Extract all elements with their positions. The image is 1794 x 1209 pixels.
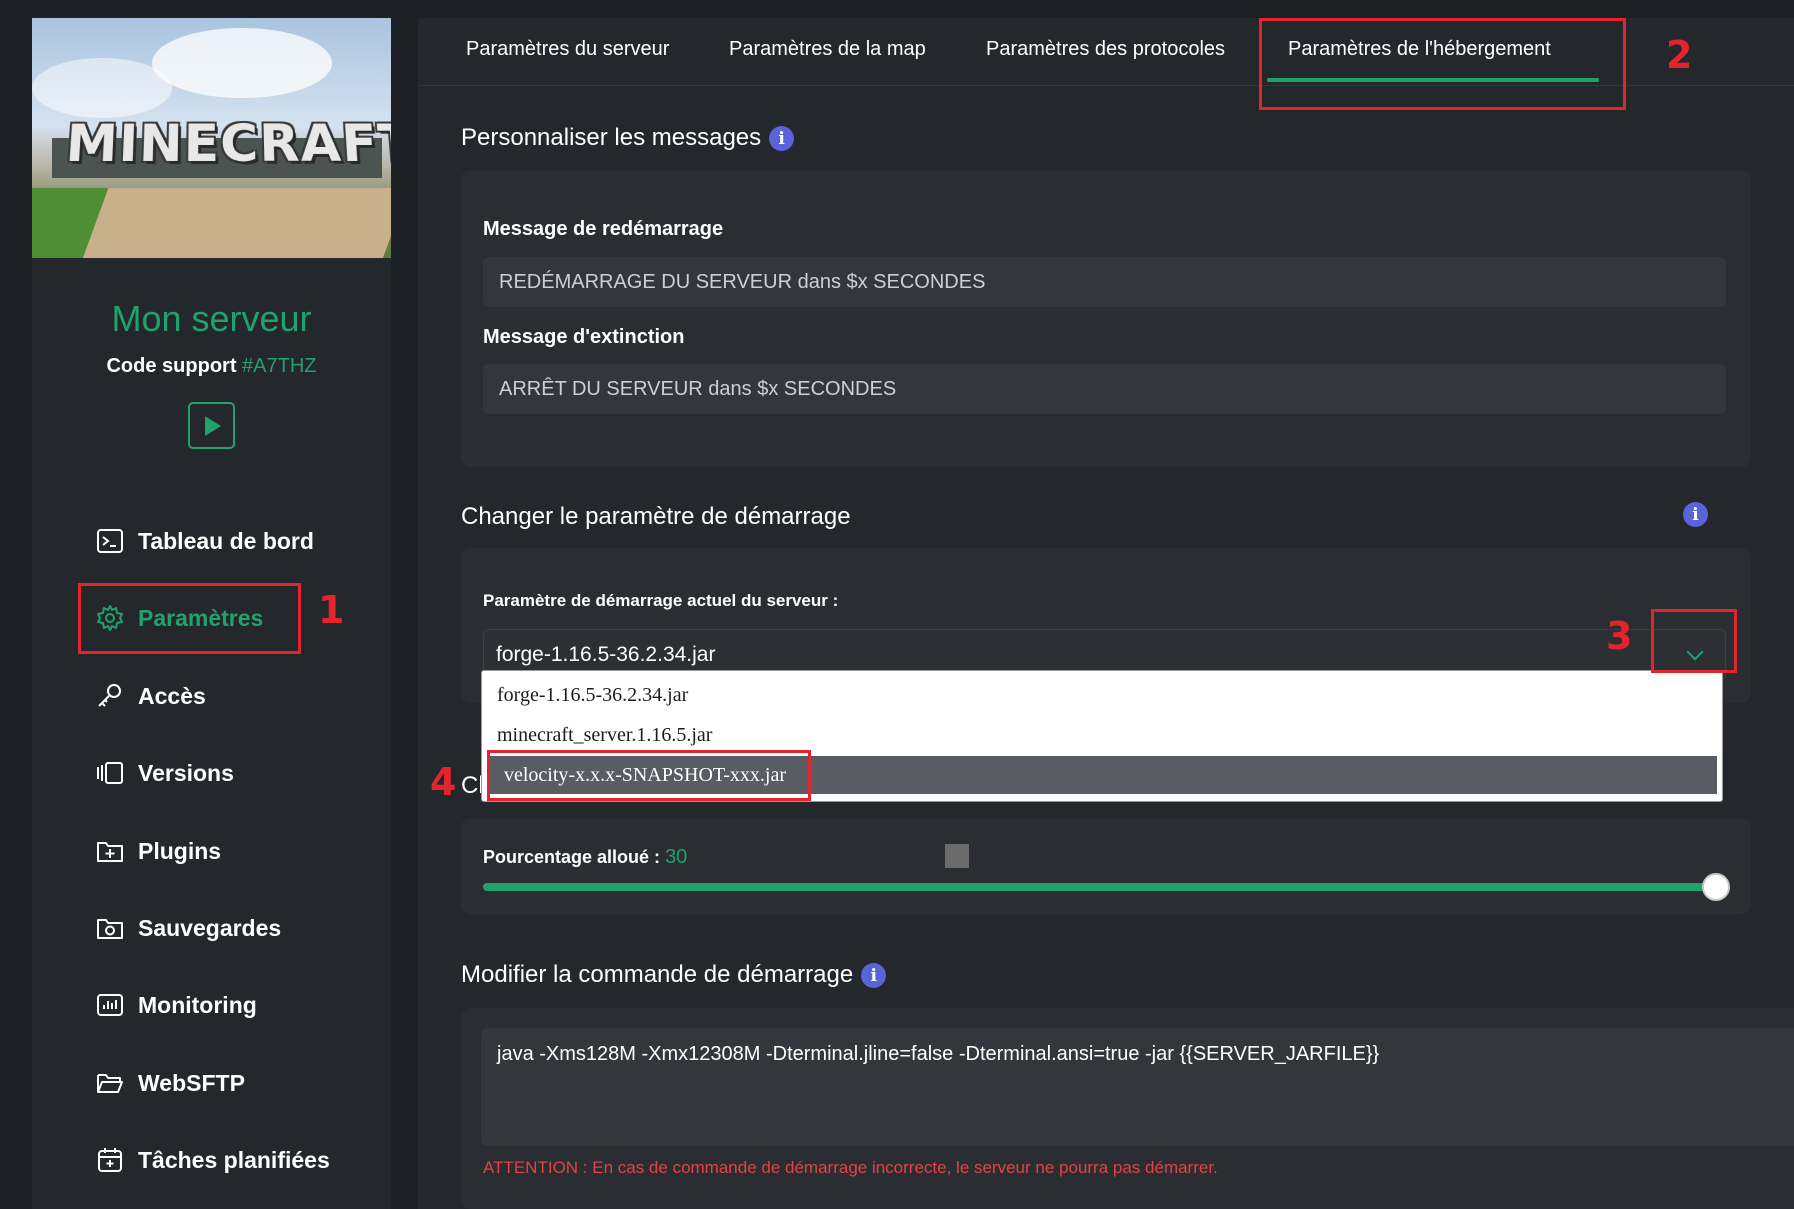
sidebar-item-sauvegardes[interactable]: Sauvegardes: [96, 908, 281, 948]
plugin-icon: [96, 837, 124, 865]
sidebar-item-dashboard[interactable]: Tableau de bord: [96, 521, 314, 561]
annotation-number-4: 4: [430, 760, 457, 804]
tab-parametres-serveur[interactable]: Paramètres du serveur: [466, 38, 669, 61]
sidebar-item-acces[interactable]: Accès: [96, 676, 206, 716]
annotation-number-3: 3: [1606, 614, 1633, 658]
command-section-title: Modifier la commande de démarrage i: [461, 961, 887, 989]
sidebar-item-label: Monitoring: [138, 991, 257, 1018]
server-name: Mon serveur: [111, 298, 312, 339]
server-banner-image: MINECRAFT: [32, 18, 391, 258]
sidebar-item-label: Sauvegardes: [138, 914, 282, 941]
cpu-slider-track[interactable]: [483, 883, 1714, 891]
messages-card: Message de redémarrage REDÉMARRAGE DU SE…: [461, 170, 1751, 467]
annotation-number-2: 2: [1666, 33, 1693, 77]
calendar-icon: [96, 1146, 124, 1174]
sidebar-item-taches-planifiees[interactable]: Tâches planifiées: [96, 1140, 330, 1180]
startup-section-title: Changer le paramètre de démarrage: [461, 503, 851, 530]
startup-current-label: Paramètre de démarrage actuel du serveur…: [483, 591, 839, 610]
cpu-label-text: Pourcentage alloué :: [483, 847, 661, 867]
sidebar-item-label: Accès: [138, 682, 206, 709]
dropdown-option[interactable]: forge-1.16.5-36.2.34.jar: [482, 676, 1722, 714]
command-title-text: Modifier la commande de démarrage: [461, 961, 854, 988]
command-card: java -Xms128M -Xmx12308M -Dterminal.jlin…: [461, 1008, 1794, 1209]
sidebar-item-versions[interactable]: Versions: [96, 753, 234, 793]
support-code-line: Code support #A7THZ: [32, 355, 391, 378]
key-icon: [96, 682, 124, 710]
sidebar-item-label: WebSFTP: [138, 1069, 245, 1096]
monitoring-icon: [96, 991, 124, 1019]
command-warning: ATTENTION : En cas de commande de démarr…: [483, 1158, 1218, 1177]
cpu-percent-label: Pourcentage alloué : 30: [483, 846, 687, 869]
tab-parametres-protocoles[interactable]: Paramètres des protocoles: [986, 38, 1225, 61]
tab-parametres-map[interactable]: Paramètres de la map: [729, 38, 926, 61]
startup-command-input[interactable]: java -Xms128M -Xmx12308M -Dterminal.jlin…: [481, 1028, 1794, 1146]
sidebar-item-label: Tableau de bord: [138, 527, 314, 554]
annotation-box-4: [487, 750, 811, 801]
annotation-box-3: [1651, 609, 1737, 673]
cpu-slider-thumb[interactable]: [1702, 873, 1730, 901]
versions-icon: [96, 759, 124, 787]
annotation-number-1: 1: [318, 588, 345, 632]
folder-icon: [96, 1069, 124, 1097]
restart-message-input[interactable]: REDÉMARRAGE DU SERVEUR dans $x SECONDES: [483, 257, 1726, 307]
backup-icon: [96, 914, 124, 942]
info-icon[interactable]: i: [861, 963, 887, 989]
info-icon[interactable]: i: [769, 126, 795, 152]
play-icon: [205, 415, 221, 436]
sidebar-item-label: Tâches planifiées: [138, 1146, 330, 1173]
shutdown-message-label: Message d'extinction: [483, 326, 685, 348]
main-content: Paramètres du serveur Paramètres de la m…: [418, 18, 1794, 1209]
sidebar-item-monitoring[interactable]: Monitoring: [96, 985, 257, 1025]
cpu-card: Pourcentage alloué : 30: [461, 818, 1751, 914]
shutdown-message-input[interactable]: ARRÊT DU SERVEUR dans $x SECONDES: [483, 364, 1726, 414]
dropdown-option[interactable]: minecraft_server.1.16.5.jar: [482, 716, 1722, 754]
messages-title-text: Personnaliser les messages: [461, 124, 762, 151]
sidebar-item-label: Versions: [138, 759, 234, 786]
support-label: Code support: [106, 355, 237, 377]
messages-section-title: Personnaliser les messages i: [461, 124, 795, 152]
sidebar-item-plugins[interactable]: Plugins: [96, 831, 221, 871]
annotation-box-2: [1259, 18, 1626, 110]
support-code: #A7THZ: [242, 355, 317, 377]
startup-selected-value: forge-1.16.5-36.2.34.jar: [496, 643, 716, 666]
sidebar-item-websftp[interactable]: WebSFTP: [96, 1063, 245, 1103]
start-server-button[interactable]: [188, 402, 235, 449]
annotation-box-1: [78, 583, 301, 654]
sidebar-item-label: Plugins: [138, 837, 222, 864]
terminal-icon: [96, 527, 124, 555]
info-icon[interactable]: i: [1683, 502, 1708, 527]
restart-message-label: Message de redémarrage: [483, 218, 724, 240]
tooltip-marker: [945, 844, 969, 868]
cpu-percent-value: 30: [665, 846, 688, 868]
minecraft-logo: MINECRAFT: [63, 114, 391, 175]
